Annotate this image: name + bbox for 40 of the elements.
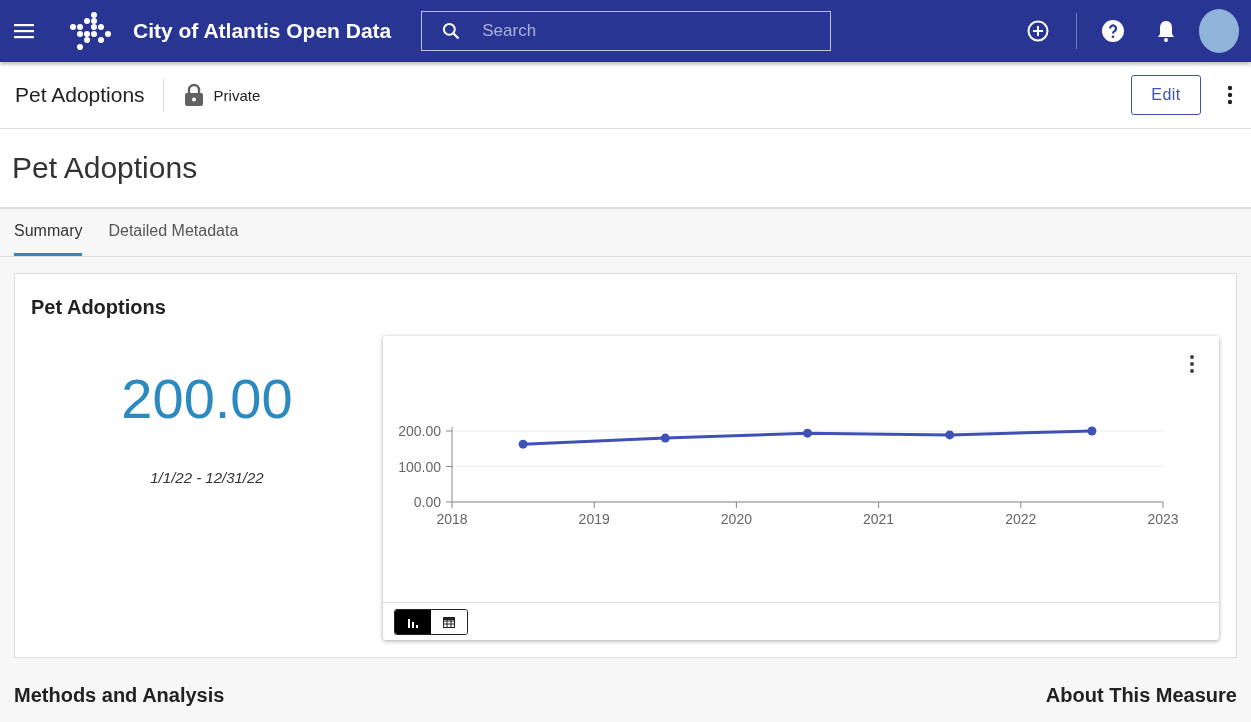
data-point: [1087, 426, 1097, 436]
avatar-icon[interactable]: [1199, 9, 1239, 53]
x-tick-label: 2021: [863, 511, 895, 527]
y-tick-label: 200.00: [398, 423, 441, 439]
help-icon[interactable]: [1101, 19, 1125, 43]
measure-value: 200.00: [121, 366, 293, 431]
edit-button[interactable]: Edit: [1131, 75, 1201, 115]
app-title: City of Atlantis Open Data: [133, 19, 392, 43]
notifications-icon[interactable]: [1155, 19, 1177, 43]
x-tick-label: 2023: [1147, 511, 1179, 527]
card-title: Pet Adoptions: [31, 296, 167, 319]
x-tick-label: 2018: [436, 511, 468, 527]
x-tick-label: 2019: [578, 511, 610, 527]
more-options-icon[interactable]: [1189, 354, 1195, 374]
x-tick-label: 2020: [720, 511, 752, 527]
more-options-icon[interactable]: [1227, 85, 1233, 105]
section-heading: Methods and Analysis: [14, 684, 225, 707]
search-icon: [441, 21, 462, 41]
y-tick-label: 100.00: [398, 458, 441, 475]
tab[interactable]: Detailed Metadata: [108, 209, 239, 256]
data-point: [803, 428, 812, 438]
date-range: 1/1/22 - 12/31/22: [150, 469, 264, 486]
table-icon: [443, 616, 455, 628]
section-heading: About This Measure: [1045, 684, 1237, 707]
chart-view-button[interactable]: [395, 610, 431, 634]
tab[interactable]: Summary: [14, 209, 83, 256]
lock-icon: [183, 83, 204, 107]
x-tick-label: 2022: [1005, 511, 1037, 527]
data-point: [660, 433, 670, 443]
access-label: Private: [213, 86, 261, 104]
data-point: [518, 439, 528, 449]
dots-logo-icon: [70, 11, 112, 51]
menu-icon[interactable]: [14, 23, 36, 39]
search-field[interactable]: Search: [421, 11, 832, 51]
page-title: Pet Adoptions: [0, 129, 1251, 209]
data-point: [945, 430, 955, 440]
y-tick-label: 0.00: [413, 494, 441, 510]
bar-chart-icon: [407, 616, 419, 628]
item-title: Pet Adoptions: [15, 83, 145, 107]
add-icon[interactable]: [1026, 19, 1050, 43]
